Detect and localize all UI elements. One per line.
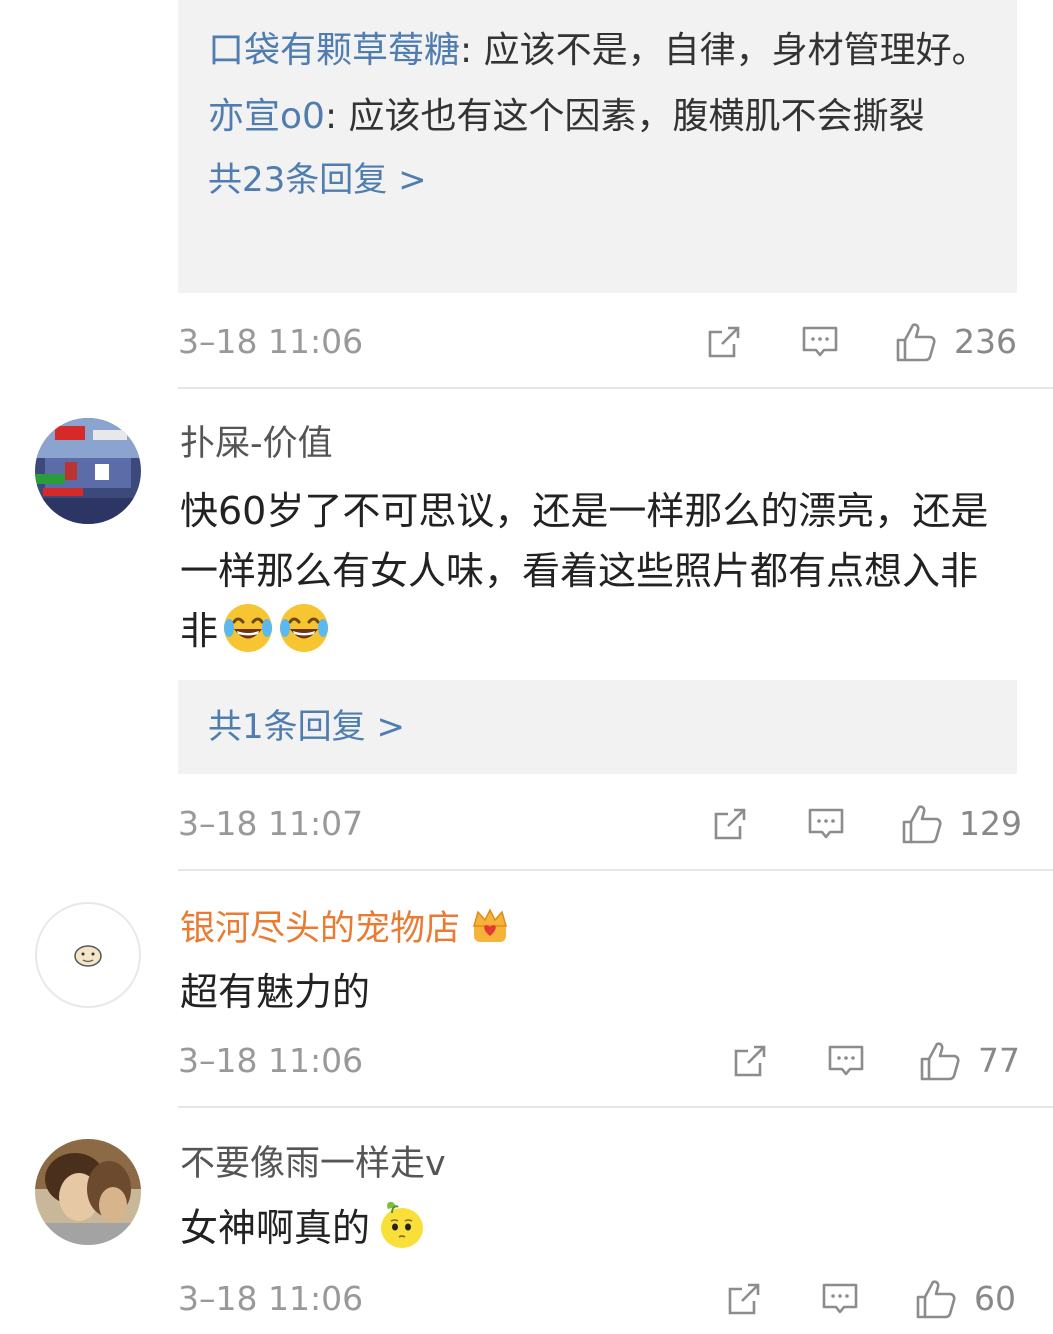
timestamp: 3–18 11:06 [178, 1279, 364, 1318]
like-count: 77 [978, 1041, 1020, 1080]
like-icon[interactable] [894, 320, 938, 364]
comment-text: 女神啊真的 [180, 1197, 1000, 1258]
like-icon[interactable] [918, 1039, 962, 1083]
timestamp: 3–18 11:07 [178, 804, 364, 843]
share-icon[interactable] [724, 1279, 764, 1319]
comment-body: 女神啊真的 [180, 1206, 371, 1250]
reply-preview-box[interactable]: 口袋有颗草莓糖: 应该不是，自律，身材管理好。 亦宣o0: 应该也有这个因素，腹… [178, 0, 1017, 293]
reply-preview-box[interactable]: 共1条回复 > [178, 680, 1017, 774]
reply-text: : 应该也有这个因素，腹横肌不会撕裂 [324, 96, 925, 137]
comment-icon[interactable] [826, 1041, 866, 1081]
laugh-cry-emoji [280, 604, 329, 652]
reply-item[interactable]: 口袋有颗草莓糖: 应该不是，自律，身材管理好。 [208, 22, 988, 80]
comment-meta: 3–18 11:06 60 [178, 1275, 1017, 1325]
share-icon[interactable] [704, 322, 744, 362]
avatar[interactable] [35, 418, 141, 524]
lemon-emoji [381, 1201, 424, 1248]
username[interactable]: 不要像雨一样走v [180, 1142, 446, 1186]
comment-meta: 3–18 11:06 236 [178, 318, 1017, 368]
comment-icon[interactable] [806, 804, 846, 844]
share-icon[interactable] [710, 804, 750, 844]
comment-meta: 3–18 11:07 129 [178, 800, 1022, 850]
avatar[interactable] [35, 1139, 141, 1245]
reply-text: : 应该不是，自律，身材管理好。 [460, 30, 988, 71]
divider [178, 869, 1053, 871]
reply-item[interactable]: 亦宣o0: 应该也有这个因素，腹横肌不会撕裂 [208, 88, 988, 146]
username[interactable]: 扑屎-价值 [180, 422, 333, 466]
like-count: 60 [974, 1279, 1016, 1318]
username[interactable]: 银河尽头的宠物店 [180, 904, 512, 951]
divider [178, 1106, 1053, 1108]
comment-text: 快60岁了不可思议，还是一样那么的漂亮，还是一样那么有女人味，看着这些照片都有点… [180, 481, 1000, 661]
laugh-cry-emoji [224, 604, 273, 652]
reply-username[interactable]: 口袋有颗草莓糖 [208, 30, 460, 71]
comment-text: 超有魅力的 [180, 970, 371, 1014]
reply-username[interactable]: 亦宣o0 [208, 96, 325, 137]
more-replies-link[interactable]: 共1条回复 > [208, 680, 1017, 757]
divider [178, 387, 1053, 389]
share-icon[interactable] [730, 1041, 770, 1081]
crown-badge-icon [473, 908, 508, 942]
timestamp: 3–18 11:06 [178, 1041, 364, 1080]
like-count: 236 [954, 322, 1017, 361]
timestamp: 3–18 11:06 [178, 322, 364, 361]
comment-icon[interactable] [800, 322, 840, 362]
more-replies-link[interactable]: 共23条回复 > [208, 150, 988, 210]
like-icon[interactable] [900, 802, 944, 846]
like-icon[interactable] [914, 1277, 958, 1321]
username-text: 银河尽头的宠物店 [180, 909, 461, 949]
comment-meta: 3–18 11:06 77 [178, 1037, 1020, 1087]
like-count: 129 [959, 804, 1022, 843]
avatar[interactable] [35, 902, 141, 1008]
comment-icon[interactable] [820, 1279, 860, 1319]
